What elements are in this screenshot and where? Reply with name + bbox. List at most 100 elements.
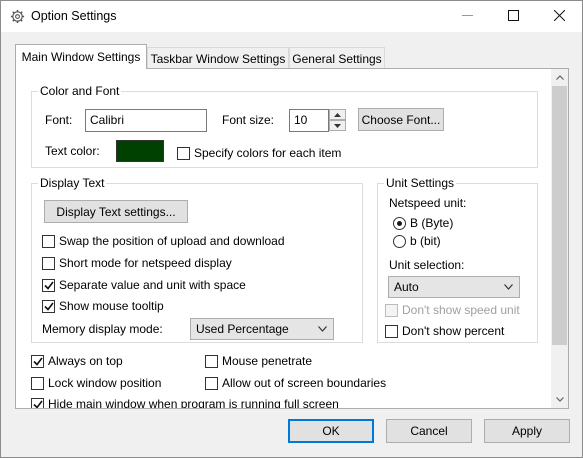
select-value: Used Percentage: [196, 322, 289, 336]
tab-main-window-settings[interactable]: Main Window Settings: [15, 44, 147, 69]
ok-button[interactable]: OK: [288, 419, 374, 443]
memory-display-mode-label: Memory display mode:: [42, 322, 163, 336]
checkbox-label: Specify colors for each item: [194, 146, 342, 160]
dont-show-speed-unit-checkbox[interactable]: Don't show speed unit: [385, 303, 520, 317]
checkbox-box: [42, 234, 55, 248]
ok-label: OK: [322, 424, 340, 438]
show-mouse-tooltip-checkbox[interactable]: Show mouse tooltip: [42, 299, 164, 313]
hide-when-fullscreen-checkbox[interactable]: Hide main window when program is running…: [31, 397, 339, 409]
apply-label: Apply: [511, 424, 543, 438]
checkbox-box: [42, 278, 55, 292]
display-text-settings-label: Display Text settings...: [56, 204, 176, 219]
radio-selected-dot: [397, 220, 402, 226]
chevron-down-icon: [504, 284, 513, 290]
close-button[interactable]: [536, 1, 582, 32]
specify-colors-checkbox[interactable]: Specify colors for each item: [177, 146, 341, 160]
window-title: Option Settings: [31, 9, 117, 23]
mouse-penetrate-checkbox[interactable]: Mouse penetrate: [205, 354, 312, 368]
tab-general-settings[interactable]: General Settings: [289, 47, 385, 69]
scroll-up-icon: [555, 75, 564, 80]
checkbox-box: [42, 299, 55, 313]
unit-selection-label: Unit selection:: [389, 258, 465, 272]
checkbox-label: Hide main window when program is running…: [48, 397, 339, 409]
check-icon: [33, 357, 43, 366]
font-size-spinner: [329, 109, 346, 132]
checkbox-box: [42, 256, 55, 270]
unit-byte-radio[interactable]: B (Byte): [393, 216, 453, 230]
unit-selection-select[interactable]: Auto: [388, 276, 520, 298]
chevron-down-icon: [318, 326, 327, 332]
title-bar[interactable]: Option Settings: [1, 1, 582, 32]
separate-value-unit-checkbox[interactable]: Separate value and unit with space: [42, 278, 246, 292]
radio-label: b (bit): [410, 234, 441, 248]
scroll-up-button[interactable]: [551, 69, 568, 86]
spin-down-icon: [334, 123, 341, 128]
scroll-thumb[interactable]: [552, 86, 567, 345]
radio-label: B (Byte): [410, 216, 454, 230]
radio-circle: [393, 234, 406, 248]
spin-up-icon: [334, 112, 341, 117]
tab-label: General Settings: [292, 51, 382, 66]
swap-upload-download-checkbox[interactable]: Swap the position of upload and download: [42, 234, 285, 248]
apply-button[interactable]: Apply: [484, 419, 570, 443]
radio-circle: [393, 216, 406, 230]
main-window-settings-panel: Color and Font Font: Calibri Font size: …: [15, 68, 569, 409]
display-text-settings-button[interactable]: Display Text settings...: [44, 200, 188, 223]
font-size-label: Font size:: [222, 113, 275, 127]
short-mode-checkbox[interactable]: Short mode for netspeed display: [42, 256, 232, 270]
checkbox-label: Always on top: [48, 354, 123, 368]
unit-settings-group: Unit Settings Netspeed unit: B (Byte) b …: [377, 176, 538, 343]
checkbox-box: [205, 354, 218, 368]
close-icon: [553, 9, 565, 24]
cancel-button[interactable]: Cancel: [386, 419, 472, 443]
font-name-field[interactable]: Calibri: [85, 109, 207, 132]
spin-down-button[interactable]: [329, 120, 346, 131]
checkbox-box: [205, 376, 218, 390]
text-color-label: Text color:: [45, 144, 100, 158]
unit-bit-radio[interactable]: b (bit): [393, 234, 441, 248]
tab-label: Main Window Settings: [21, 50, 141, 64]
checkbox-label: Don't show percent: [402, 324, 505, 338]
color-font-group: Color and Font Font: Calibri Font size: …: [31, 84, 538, 168]
gear-icon: [10, 9, 25, 24]
text-color-swatch[interactable]: [116, 140, 164, 162]
display-text-group: Display Text Display Text settings... Sw…: [31, 176, 363, 343]
choose-font-button[interactable]: Choose Font...: [358, 108, 444, 131]
always-on-top-checkbox[interactable]: Always on top: [31, 354, 123, 368]
memory-display-mode-select[interactable]: Used Percentage: [190, 318, 334, 340]
minimize-button[interactable]: [444, 1, 490, 32]
choose-font-label: Choose Font...: [361, 112, 441, 127]
maximize-button[interactable]: [490, 1, 536, 32]
dont-show-percent-checkbox[interactable]: Don't show percent: [385, 324, 504, 338]
check-icon: [33, 400, 43, 408]
checkbox-label: Show mouse tooltip: [59, 299, 164, 313]
checkbox-label: Lock window position: [48, 376, 162, 390]
checkbox-label: Separate value and unit with space: [59, 278, 246, 292]
check-icon: [44, 281, 54, 290]
vertical-scrollbar[interactable]: [551, 69, 568, 408]
cancel-label: Cancel: [410, 424, 448, 438]
tab-taskbar-window-settings[interactable]: Taskbar Window Settings: [147, 47, 289, 69]
lock-window-position-checkbox[interactable]: Lock window position: [31, 376, 161, 390]
group-title: Display Text: [38, 176, 107, 190]
checkbox-label: Swap the position of upload and download: [59, 234, 285, 248]
checkbox-box: [385, 303, 398, 317]
group-title: Unit Settings: [384, 176, 457, 190]
select-value: Auto: [394, 280, 419, 294]
netspeed-unit-label: Netspeed unit:: [389, 196, 467, 210]
option-settings-dialog: Option Settings Main Window Settings Tas…: [0, 0, 583, 458]
spin-up-button[interactable]: [329, 109, 346, 120]
checkbox-label: Short mode for netspeed display: [59, 256, 232, 270]
checkbox-label: Don't show speed unit: [402, 303, 520, 317]
check-icon: [44, 302, 54, 311]
allow-out-of-screen-checkbox[interactable]: Allow out of screen boundaries: [205, 376, 386, 390]
tab-label: Taskbar Window Settings: [150, 51, 286, 66]
checkbox-box: [385, 324, 398, 338]
scroll-down-button[interactable]: [551, 391, 568, 408]
checkbox-box: [177, 146, 190, 160]
checkbox-box: [31, 354, 44, 368]
font-size-field[interactable]: 10: [289, 109, 329, 132]
minimize-icon: [461, 10, 473, 24]
checkbox-label: Mouse penetrate: [222, 354, 313, 368]
group-title: Color and Font: [38, 84, 122, 98]
